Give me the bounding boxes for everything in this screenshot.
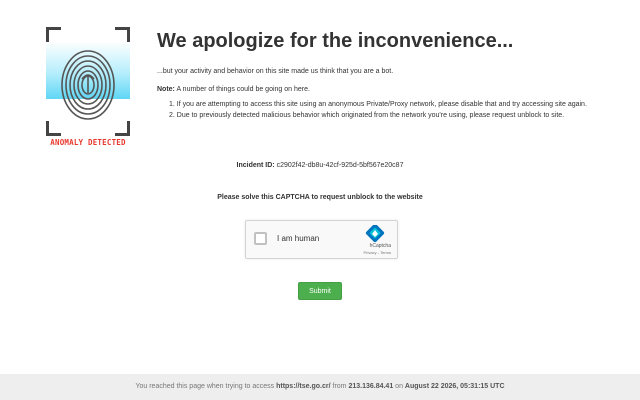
footer-url: https://tse.go.cr/ — [276, 383, 331, 390]
frame-corner — [46, 121, 61, 136]
list-item: 1. If you are attempting to access this … — [169, 101, 587, 108]
hcaptcha-logo-icon — [365, 225, 385, 243]
anomaly-detected-logo: ANOMALY DETECTED — [44, 25, 132, 150]
hcaptcha-links[interactable]: Privacy - Terms — [364, 250, 391, 255]
frame-corner — [46, 27, 61, 42]
fingerprint-icon — [61, 50, 115, 120]
list-item: 2. Due to previously detected malicious … — [169, 112, 565, 119]
submit-button[interactable]: Submit — [298, 282, 342, 300]
page-title: We apologize for the inconvenience... — [157, 30, 514, 52]
incident-value: c2902f42-db8u-42cf-925d-5bf567e20c87 — [276, 162, 404, 169]
reasons-list: 1. If you are attempting to access this … — [169, 101, 587, 123]
captcha-prompt: Please solve this CAPTCHA to request unb… — [217, 194, 423, 201]
note: Note: A number of things could be going … — [157, 86, 310, 93]
incident-id: Incident ID: c2902f42-db8u-42cf-925d-5bf… — [0, 162, 640, 169]
footer-on: on — [395, 383, 403, 390]
anomaly-badge: ANOMALY DETECTED — [50, 138, 126, 147]
footer-from: from — [332, 383, 347, 390]
hcaptcha-widget[interactable]: I am human hCaptcha Privacy - Terms — [245, 220, 398, 259]
footer: You reached this page when trying to acc… — [0, 374, 640, 400]
incident-label: Incident ID: — [236, 162, 275, 169]
checkbox-label: I am human — [277, 234, 320, 243]
human-checkbox[interactable] — [254, 232, 267, 245]
footer-ip: 213.136.84.41 — [348, 383, 394, 390]
note-label: Note: — [157, 86, 175, 93]
frame-corner — [115, 121, 130, 136]
frame-corner — [115, 27, 130, 42]
hcaptcha-brand: hCaptcha — [369, 243, 391, 249]
footer-datetime: August 22 2026, 05:31:15 UTC — [404, 383, 505, 390]
note-text: A number of things could be going on her… — [176, 86, 310, 93]
lead-text: ...but your activity and behavior on thi… — [157, 68, 394, 75]
footer-prefix: You reached this page when trying to acc… — [135, 383, 275, 390]
